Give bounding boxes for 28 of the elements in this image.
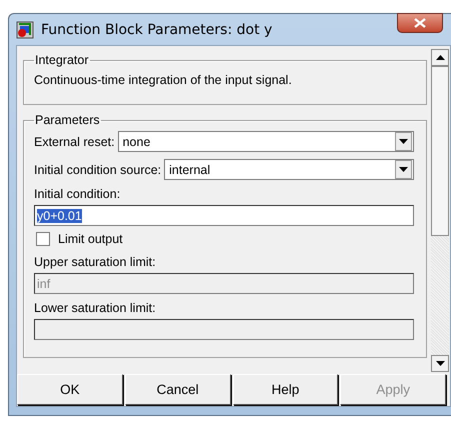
field-label: Upper saturation limit:	[34, 255, 157, 269]
down-arrow-icon	[436, 361, 444, 366]
field-label: Initial condition source:	[34, 162, 162, 176]
group-title: Parameters	[34, 113, 101, 127]
checkbox-label: Limit output	[58, 232, 123, 246]
scroll-down-button[interactable]	[431, 355, 449, 372]
window-title: Function Block Parameters: dot y	[41, 22, 272, 38]
up-arrow-icon	[436, 55, 444, 60]
dialog-button[interactable]: OK	[17, 374, 123, 405]
dialog-button[interactable]: Cancel	[124, 374, 230, 405]
text-field[interactable]: y0+0.01	[34, 205, 414, 226]
group-title: Integrator	[34, 53, 90, 67]
checkbox[interactable]	[36, 232, 50, 246]
close-button[interactable]	[397, 13, 443, 33]
dialog-button[interactable]: Help	[232, 374, 338, 405]
dropdown[interactable]: internal	[164, 159, 414, 180]
description-text: Continuous-time integration of the input signal.	[34, 73, 293, 87]
dropdown[interactable]: none	[118, 131, 414, 152]
field-label: Lower saturation limit:	[34, 301, 157, 315]
dropdown-arrow-icon	[399, 139, 408, 144]
scroll-up-button[interactable]	[431, 49, 449, 66]
field-label: Initial condition:	[34, 187, 122, 201]
vertical-scrollbar[interactable]	[431, 49, 449, 372]
close-icon	[414, 18, 426, 28]
block-diagram-icon	[16, 20, 34, 38]
scroll-thumb[interactable]	[431, 66, 449, 236]
dropdown-arrow-icon	[399, 167, 408, 172]
field-label: External reset:	[34, 134, 115, 148]
